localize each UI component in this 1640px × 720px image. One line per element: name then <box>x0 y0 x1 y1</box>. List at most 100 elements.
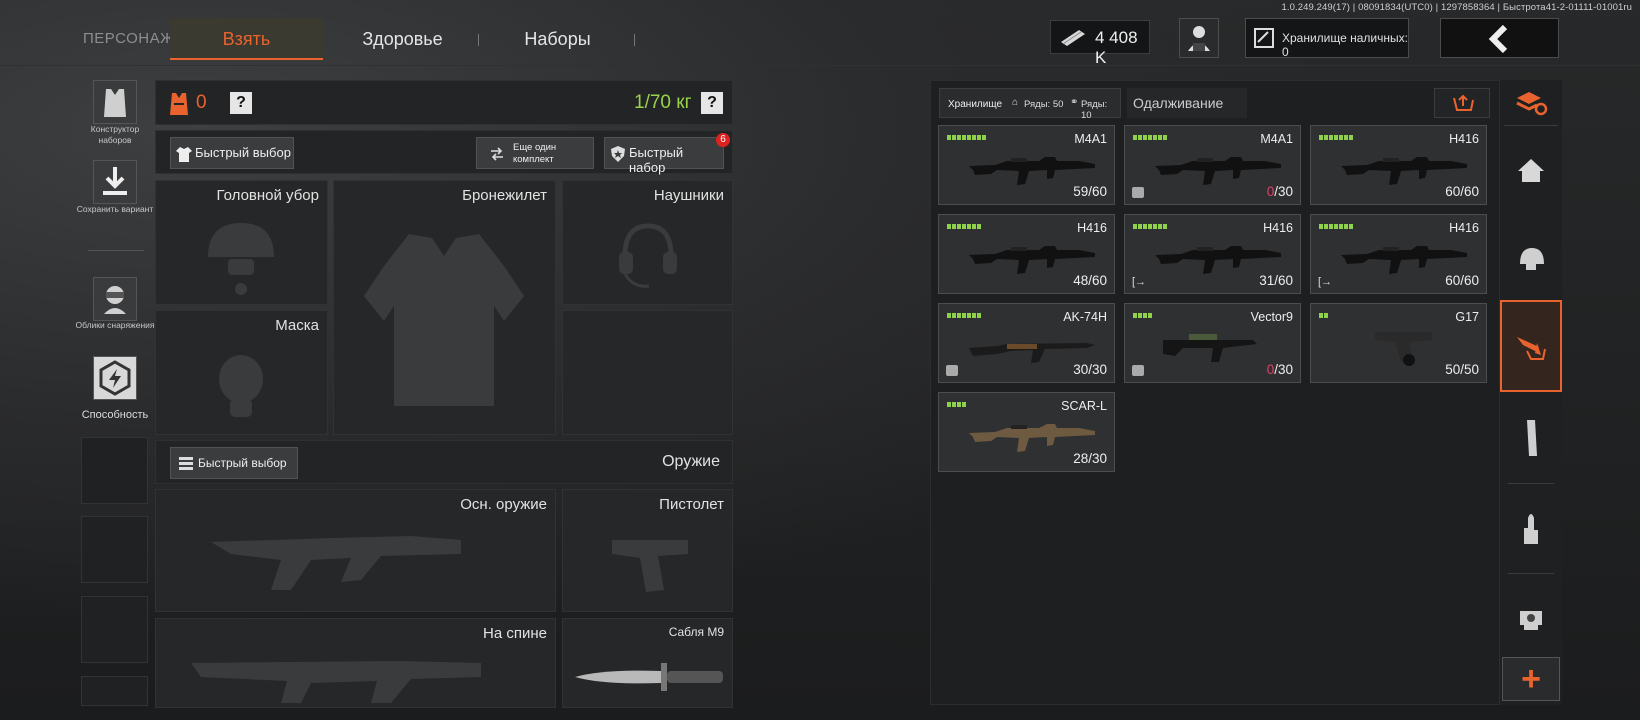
condition-bars <box>947 224 981 229</box>
category-weapons[interactable] <box>1500 300 1562 392</box>
weapon-card[interactable]: M4A1 0/30 <box>1124 125 1301 205</box>
weapon-image-icon <box>969 246 1095 274</box>
quick-kit-button[interactable]: Быстрый набор <box>604 137 724 175</box>
cash-icon <box>1061 30 1085 46</box>
weapon-name: AK-74H <box>1063 310 1107 324</box>
cash-storage-label: Хранилище наличных: 0 <box>1282 31 1408 59</box>
weapon-card[interactable]: H416 60/60 <box>1310 125 1487 205</box>
help-icon[interactable]: ? <box>230 92 252 114</box>
empty-gear-slot[interactable] <box>562 310 733 435</box>
skin-icon <box>104 286 126 314</box>
save-variant-button[interactable] <box>93 160 137 204</box>
melee-label: Сабля M9 <box>668 625 724 639</box>
ammo-max: /60 <box>1460 184 1479 199</box>
tab-take[interactable]: Взять <box>170 18 323 60</box>
box-icon <box>946 365 958 376</box>
weapon-card[interactable]: G17 50/50 <box>1310 303 1487 383</box>
weapon-card[interactable]: H416 48/60 <box>938 214 1115 294</box>
pistol-slot[interactable]: Пистолет <box>562 489 733 612</box>
headgear-slot[interactable]: Головной убор <box>155 180 328 305</box>
back-weapon-label: На спине <box>483 625 547 642</box>
ammo-max: /60 <box>1460 273 1479 288</box>
weapon-ammo: 30/30 <box>1073 362 1107 377</box>
condition-bars <box>1133 135 1167 140</box>
weapon-card[interactable]: H416 [→ 60/60 <box>1310 214 1487 294</box>
tab-health[interactable]: Здоровье <box>330 18 475 60</box>
box-icon <box>1132 365 1144 376</box>
quick-select-button[interactable]: Быстрый выбор <box>170 137 294 169</box>
weapon-card[interactable]: H416 [→ 31/60 <box>1124 214 1301 294</box>
ammo-current: 31 <box>1259 273 1275 288</box>
vest-label: Бронежилет <box>462 187 547 204</box>
weapon-card[interactable]: M4A1 59/60 <box>938 125 1115 205</box>
ability-label: Способность <box>81 409 149 421</box>
headphones-slot[interactable]: Наушники <box>562 180 733 305</box>
weapon-name: H416 <box>1449 221 1479 235</box>
weapon-card[interactable]: AK-74H 30/30 <box>938 303 1115 383</box>
rifle-silhouette-icon <box>211 536 461 590</box>
empty-slot[interactable] <box>81 516 148 583</box>
weapon-ammo: 60/60 <box>1445 184 1479 199</box>
ammo-max: /60 <box>1274 273 1293 288</box>
weapons-quick-select-button[interactable]: Быстрый выбор <box>170 447 298 479</box>
weapon-image-icon <box>969 343 1095 363</box>
body-armor-icon <box>364 234 524 406</box>
weight-help-icon[interactable]: ? <box>701 92 723 114</box>
sort-button[interactable] <box>1434 88 1490 118</box>
condition-bars <box>1319 135 1353 140</box>
ammo-current: 28 <box>1073 451 1089 466</box>
box-icon <box>1132 187 1144 198</box>
primary-weapon-slot[interactable]: Осн. оружие <box>155 489 556 612</box>
download-icon <box>103 167 127 195</box>
back-button[interactable] <box>1440 18 1559 58</box>
refresh-stack-button[interactable] <box>1500 80 1562 125</box>
scope-icon <box>1520 610 1542 630</box>
condition-bars <box>1133 313 1152 318</box>
ability-icon <box>99 360 131 396</box>
back-weapon-slot[interactable]: На спине <box>155 618 556 708</box>
weapon-image-icon <box>969 424 1095 452</box>
character-button[interactable] <box>1179 18 1219 58</box>
weapon-card[interactable]: Vector9 0/30 <box>1124 303 1301 383</box>
weapons-title: Оружие <box>662 453 720 470</box>
weapons-toolbar: Быстрый выбор Оружие <box>155 440 733 484</box>
storage-tab[interactable]: Хранилище ⌂ Ряды: 50 ⚭ Ряды: 10 <box>939 88 1121 121</box>
borrow-tab[interactable]: Одалживание <box>1127 88 1247 118</box>
magazine-icon <box>1527 419 1537 456</box>
home-icon <box>1518 158 1544 182</box>
divider <box>1508 573 1554 574</box>
melee-slot[interactable]: Сабля M9 <box>562 618 733 708</box>
quick-kit-label: Быстрый набор <box>629 145 684 175</box>
loadout-header: 0 ? 1/70 кг ? <box>155 80 733 125</box>
empty-slot[interactable] <box>81 437 148 504</box>
category-magazines[interactable] <box>1500 395 1562 480</box>
borrow-label: Одалживание <box>1133 95 1224 111</box>
empty-slot[interactable] <box>81 596 148 663</box>
vest-slot[interactable]: Бронежилет <box>333 180 556 435</box>
cash-storage-button[interactable]: Хранилище наличных: 0 <box>1245 18 1409 59</box>
divider <box>1504 125 1558 126</box>
ability-button[interactable] <box>93 356 137 400</box>
another-kit-button[interactable]: Еще один комплект <box>476 137 594 169</box>
ammo-current: 60 <box>1445 273 1461 288</box>
storage-icon <box>1254 28 1274 48</box>
weapon-ammo: 60/60 <box>1445 273 1479 288</box>
empty-slot[interactable] <box>81 676 148 706</box>
gear-skins-button[interactable] <box>93 277 137 321</box>
weapon-ammo: 28/30 <box>1073 451 1107 466</box>
divider <box>1508 483 1554 484</box>
weapon-name: M4A1 <box>1074 132 1107 146</box>
mask-slot[interactable]: Маска <box>155 310 328 435</box>
weapon-card[interactable]: SCAR-L 28/30 <box>938 392 1115 472</box>
headgear-label: Головной убор <box>216 187 319 204</box>
category-ammo[interactable] <box>1500 485 1562 570</box>
weight-indicator: 1/70 кг <box>634 92 692 113</box>
category-attachments[interactable] <box>1500 575 1562 660</box>
tab-kits[interactable]: Наборы <box>485 18 630 60</box>
category-helmet[interactable] <box>1500 215 1562 300</box>
add-button[interactable]: + <box>1502 657 1560 701</box>
kit-builder-button[interactable] <box>93 80 137 124</box>
category-home[interactable] <box>1500 127 1562 212</box>
weapon-ammo: 0/30 <box>1267 362 1293 377</box>
weapon-image-icon <box>1155 157 1281 185</box>
